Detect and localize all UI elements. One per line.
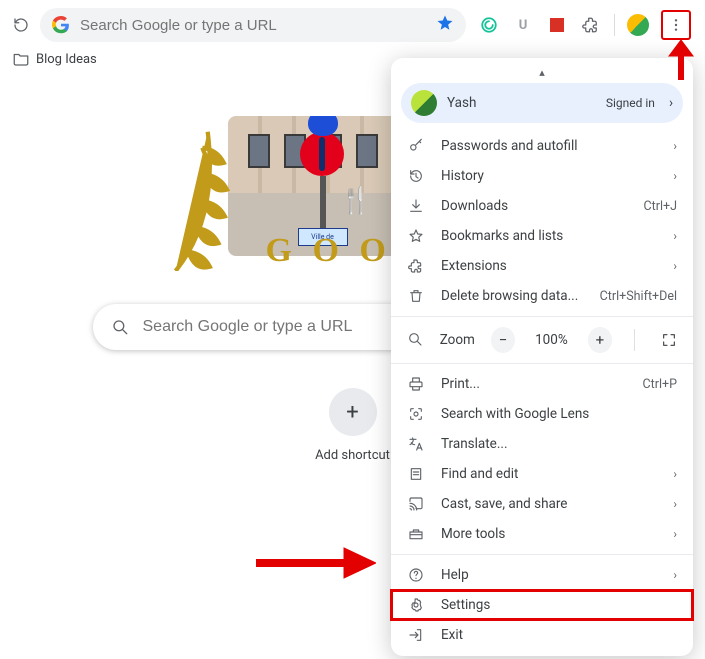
chevron-right-icon: ›	[673, 169, 677, 183]
translate-icon	[407, 435, 425, 453]
menu-item-label: Zoom	[440, 332, 475, 348]
menu-item-label: Print...	[441, 376, 627, 392]
folder-icon	[12, 50, 30, 68]
separator	[634, 329, 635, 351]
bookmark-item[interactable]: Blog Ideas	[36, 52, 97, 67]
ext-red-square-icon[interactable]	[546, 14, 568, 36]
fullscreen-button[interactable]	[657, 327, 681, 353]
chevron-right-icon: ›	[673, 467, 677, 481]
menu-item-label: More tools	[441, 526, 657, 542]
menu-bookmarks[interactable]: Bookmarks and lists ›	[391, 221, 693, 251]
menu-item-label: Settings	[441, 597, 677, 613]
menu-item-label: Downloads	[441, 198, 628, 214]
menu-translate[interactable]: Translate...	[391, 429, 693, 459]
profile-avatar[interactable]	[627, 14, 649, 36]
add-shortcut-tile[interactable]: + Add shortcut	[313, 388, 393, 463]
menu-collapse-caret[interactable]: ▴	[391, 66, 693, 79]
menu-history[interactable]: History ›	[391, 161, 693, 191]
menu-cast[interactable]: Cast, save, and share ›	[391, 489, 693, 519]
menu-delete-browsing[interactable]: Delete browsing data... Ctrl+Shift+Del	[391, 281, 693, 311]
print-icon	[407, 375, 425, 393]
menu-item-label: Find and edit	[441, 466, 657, 482]
annotation-arrow-right	[256, 546, 376, 580]
cast-icon	[407, 495, 425, 513]
menu-item-label: Translate...	[441, 436, 677, 452]
bookmark-star-icon[interactable]	[436, 14, 454, 36]
exit-icon	[407, 626, 425, 644]
browser-toolbar: U	[0, 0, 705, 46]
extensions-puzzle-icon[interactable]	[580, 14, 602, 36]
menu-separator	[391, 554, 693, 555]
download-icon	[407, 197, 425, 215]
zoom-value: 100%	[531, 332, 572, 348]
menu-help[interactable]: Help ›	[391, 560, 693, 590]
plus-icon: +	[329, 388, 377, 436]
chevron-right-icon: ›	[673, 568, 677, 582]
key-icon	[407, 137, 425, 155]
trash-icon	[407, 287, 425, 305]
signed-in-badge: Signed in	[606, 96, 655, 110]
history-icon	[407, 167, 425, 185]
toolbox-icon	[407, 525, 425, 543]
omnibox-input[interactable]	[80, 17, 426, 34]
ext-u-icon[interactable]: U	[512, 14, 534, 36]
chevron-right-icon: ›	[673, 259, 677, 273]
menu-print[interactable]: Print... Ctrl+P	[391, 369, 693, 399]
menu-item-label: History	[441, 168, 657, 184]
menu-separator	[391, 316, 693, 317]
chrome-menu: ▴ Yash Signed in › Passwords and autofil…	[391, 58, 693, 656]
omnibox[interactable]	[40, 8, 466, 42]
chevron-right-icon: ›	[673, 497, 677, 511]
menu-item-label: Help	[441, 567, 657, 583]
menu-find[interactable]: Find and edit ›	[391, 459, 693, 489]
add-shortcut-label: Add shortcut	[315, 448, 390, 463]
star-outline-icon	[407, 227, 425, 245]
zoom-icon	[407, 331, 424, 349]
menu-profile-row[interactable]: Yash Signed in ›	[401, 83, 683, 123]
find-icon	[407, 465, 425, 483]
menu-item-shortcut: Ctrl+P	[643, 377, 677, 392]
profile-name: Yash	[447, 95, 596, 111]
menu-exit[interactable]: Exit	[391, 620, 693, 650]
extensions-area: U	[474, 10, 695, 40]
menu-item-shortcut: Ctrl+Shift+Del	[600, 289, 677, 304]
toolbar-separator	[614, 14, 615, 36]
chrome-menu-button[interactable]	[661, 10, 691, 40]
menu-item-label: Exit	[441, 627, 677, 643]
reload-button[interactable]	[10, 14, 32, 36]
menu-downloads[interactable]: Downloads Ctrl+J	[391, 191, 693, 221]
lens-icon	[407, 405, 425, 423]
grammarly-ext-icon[interactable]	[478, 14, 500, 36]
menu-item-label: Bookmarks and lists	[441, 228, 657, 244]
chevron-right-icon: ›	[669, 95, 673, 111]
help-icon	[407, 566, 425, 584]
chevron-right-icon: ›	[673, 527, 677, 541]
menu-item-label: Passwords and autofill	[441, 138, 657, 154]
gear-icon	[407, 596, 425, 614]
menu-passwords[interactable]: Passwords and autofill ›	[391, 131, 693, 161]
avatar	[411, 90, 437, 116]
menu-item-label: Cast, save, and share	[441, 496, 657, 512]
menu-separator	[391, 363, 693, 364]
menu-item-label: Extensions	[441, 258, 657, 274]
zoom-out-button[interactable]: −	[491, 327, 515, 353]
chevron-right-icon: ›	[673, 139, 677, 153]
menu-item-label: Search with Google Lens	[441, 406, 677, 422]
menu-item-shortcut: Ctrl+J	[644, 199, 678, 214]
chevron-right-icon: ›	[673, 229, 677, 243]
zoom-in-button[interactable]: +	[588, 327, 612, 353]
menu-zoom-row: Zoom − 100% +	[391, 322, 693, 358]
menu-lens[interactable]: Search with Google Lens	[391, 399, 693, 429]
menu-settings[interactable]: Settings	[391, 590, 693, 620]
google-g-icon	[52, 16, 70, 34]
puzzle-icon	[407, 257, 425, 275]
menu-extensions[interactable]: Extensions ›	[391, 251, 693, 281]
menu-item-label: Delete browsing data...	[441, 288, 584, 304]
menu-more-tools[interactable]: More tools ›	[391, 519, 693, 549]
search-icon	[111, 318, 129, 336]
